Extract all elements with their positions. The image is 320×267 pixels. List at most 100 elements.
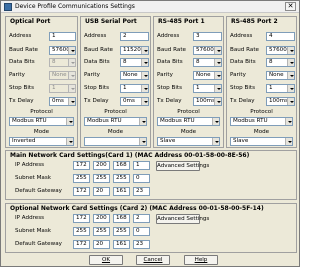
chevron-down-icon [139, 138, 146, 145]
chevron-down-icon [141, 72, 148, 79]
port-4-stop-bits-label: Stop Bits [230, 85, 255, 91]
port-3-address-label: Address [157, 33, 180, 39]
optional-network-card-subnet-octet-4[interactable]: 0 [133, 227, 150, 236]
port-1-tx-delay-value: 0ms [52, 98, 64, 104]
port-4-data-bits-select[interactable]: 8 [266, 58, 295, 67]
chevron-down-icon [214, 47, 221, 54]
port-1-data-bits-label: Data Bits [9, 59, 35, 65]
port-1-title: Optical Port [10, 18, 51, 25]
optional-network-card-subnet-octet-1[interactable]: 255 [73, 227, 90, 236]
main-network-card-subnet-octet-2[interactable]: 255 [93, 174, 110, 183]
port-4-stop-bits-value: 1 [269, 85, 273, 91]
port-2-data-bits-select[interactable]: 8 [120, 58, 149, 67]
port-3-data-bits-select[interactable]: 8 [193, 58, 222, 67]
port-1-address-label: Address [9, 33, 32, 39]
port-4-mode-select[interactable]: Slave [230, 137, 293, 146]
optional-network-card-ip-octet-4[interactable]: 2 [133, 214, 150, 223]
main-network-card-gateway-octet-4[interactable]: 23 [133, 187, 150, 196]
chevron-down-icon [285, 138, 292, 145]
main-network-card-subnet-label: Subnet Mask [15, 175, 52, 181]
chevron-down-icon [214, 85, 221, 92]
port-3-stop-bits-select[interactable]: 1 [193, 84, 222, 93]
port-3-baud-rate-value: 57600 [196, 47, 214, 53]
port-3-stop-bits-label: Stop Bits [157, 85, 182, 91]
chevron-down-icon [214, 72, 221, 79]
port-1-address-input[interactable]: 1 [49, 32, 76, 41]
chevron-down-icon [287, 85, 294, 92]
main-network-card-gateway-octet-3[interactable]: 161 [113, 187, 130, 196]
port-1-protocol-select[interactable]: Modbus RTU [9, 117, 74, 126]
port-4-protocol-select[interactable]: Modbus RTU [230, 117, 293, 126]
main-network-card-subnet-octet-3[interactable]: 255 [113, 174, 130, 183]
port-4-tx-delay-select[interactable]: 100ms [266, 97, 295, 106]
port-3-address-value: 3 [196, 33, 200, 39]
optional-network-card-subnet-octet-3[interactable]: 255 [113, 227, 130, 236]
port-1-tx-delay-select[interactable]: 0ms [49, 97, 76, 106]
main-network-card-ip-octet-1[interactable]: 172 [73, 161, 90, 170]
main-network-card-gateway-octet-1[interactable]: 172 [73, 187, 90, 196]
close-icon[interactable]: ✕ [285, 2, 296, 11]
ok-button[interactable]: OK [89, 255, 123, 265]
port-1-baud-rate-select[interactable]: 57600 [49, 46, 76, 55]
port-4-baud-rate-select[interactable]: 57600 [266, 46, 295, 55]
port-2-stop-bits-value: 1 [123, 85, 127, 91]
port-2-mode-select[interactable] [84, 137, 147, 146]
main-network-card-subnet-octet-1[interactable]: 255 [73, 174, 90, 183]
optional-network-card-subnet-octet-2[interactable]: 255 [93, 227, 110, 236]
chevron-down-icon [287, 72, 294, 79]
optional-network-card-panel: Optional Network Card Settings (Card 2) … [5, 203, 297, 253]
main-network-card-subnet-octet-4[interactable]: 0 [133, 174, 150, 183]
port-2-stop-bits-select[interactable]: 1 [120, 84, 149, 93]
main-network-card-ip-octet-3[interactable]: 168 [113, 161, 130, 170]
port-3-tx-delay-select[interactable]: 100ms [193, 97, 222, 106]
main-network-card-ip-label: IP Address [15, 162, 45, 168]
port-3-protocol-select[interactable]: Modbus RTU [157, 117, 220, 126]
port-3-protocol-value: Modbus RTU [160, 118, 195, 124]
port-3-baud-rate-select[interactable]: 57600 [193, 46, 222, 55]
app-icon [4, 3, 12, 11]
chevron-down-icon [68, 72, 75, 79]
port-1-address-value: 1 [52, 33, 56, 39]
port-2-baud-rate-label: Baud Rate [84, 47, 113, 53]
main-network-card-ip-octet-4[interactable]: 1 [133, 161, 150, 170]
port-2-tx-delay-select[interactable]: 0ms [120, 97, 149, 106]
optional-network-card-gateway-octet-1[interactable]: 172 [73, 240, 90, 249]
port-3-parity-select[interactable]: None [193, 71, 222, 80]
chevron-down-icon [141, 98, 148, 105]
port-2-address-input[interactable]: 2 [120, 32, 149, 41]
port-3-data-bits-value: 8 [196, 59, 200, 65]
port-1-parity-select: None [49, 71, 76, 80]
port-1-mode-label: Mode [33, 129, 50, 135]
chevron-down-icon [141, 85, 148, 92]
main-network-card-advanced-button[interactable]: Advanced Settings [156, 161, 209, 171]
chevron-down-icon [212, 118, 219, 125]
port-1-parity-value: None [52, 72, 67, 78]
port-4-mode-value: Slave [233, 138, 249, 144]
port-2-protocol-select[interactable]: Modbus RTU [84, 117, 147, 126]
port-2-baud-rate-select[interactable]: 115200 [120, 46, 149, 55]
port-4-address-input[interactable]: 4 [266, 32, 295, 41]
chevron-down-icon [287, 59, 294, 66]
optional-network-card-gateway-octet-2[interactable]: 20 [93, 240, 110, 249]
port-4-parity-select[interactable]: None [266, 71, 295, 80]
optional-network-card-gateway-octet-3[interactable]: 161 [113, 240, 130, 249]
cancel-button[interactable]: Cancel [136, 255, 170, 265]
optional-network-card-advanced-button[interactable]: Advanced Settings [156, 214, 209, 224]
port-1-data-bits-value: 8 [52, 59, 56, 65]
port-3-address-input[interactable]: 3 [193, 32, 222, 41]
chevron-down-icon [214, 59, 221, 66]
main-network-card-gateway-octet-2[interactable]: 20 [93, 187, 110, 196]
optional-network-card-ip-octet-3[interactable]: 168 [113, 214, 130, 223]
help-button[interactable]: Help [184, 255, 218, 265]
port-2-parity-select[interactable]: None [120, 71, 149, 80]
optional-network-card-ip-octet-1[interactable]: 172 [73, 214, 90, 223]
optional-network-card-ip-octet-2[interactable]: 200 [93, 214, 110, 223]
port-4-stop-bits-select[interactable]: 1 [266, 84, 295, 93]
optional-network-card-gateway-octet-4[interactable]: 23 [133, 240, 150, 249]
port-2-parity-value: None [123, 72, 138, 78]
port-1-mode-select[interactable]: Inverted [9, 137, 74, 146]
main-network-card-ip-octet-2[interactable]: 200 [93, 161, 110, 170]
chevron-down-icon [287, 98, 294, 105]
port-2-tx-delay-value: 0ms [123, 98, 135, 104]
port-3-mode-select[interactable]: Slave [157, 137, 220, 146]
